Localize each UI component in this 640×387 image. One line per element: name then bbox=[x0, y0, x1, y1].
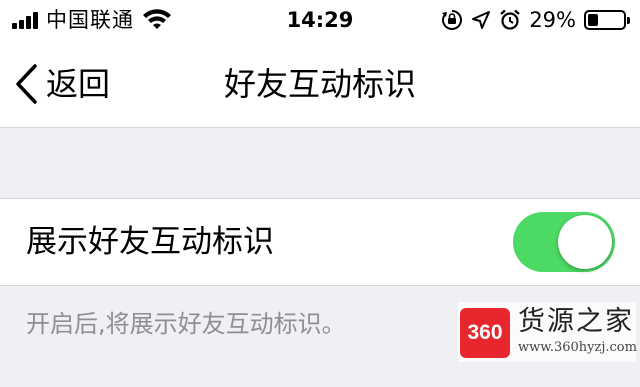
page-title: 好友互动标识 bbox=[223, 65, 416, 103]
watermark-logo: 360 bbox=[460, 308, 510, 358]
watermark-url: www.360hyzj.com bbox=[518, 340, 637, 355]
battery-icon bbox=[584, 10, 630, 30]
alarm-icon bbox=[500, 9, 521, 30]
setting-description: 开启后,将展示好友互动标识。 bbox=[26, 310, 346, 338]
section-gap bbox=[0, 129, 640, 198]
battery-percent: 29% bbox=[529, 8, 576, 32]
status-bar: 中国联通 14:29 29% bbox=[0, 0, 640, 40]
friend-interaction-toggle[interactable] bbox=[513, 212, 615, 272]
battery-fill bbox=[588, 14, 598, 26]
watermark-name: 货源之家 bbox=[518, 306, 634, 337]
setting-row-friend-interaction: 展示好友互动标识 bbox=[0, 198, 640, 286]
location-icon bbox=[472, 11, 491, 29]
status-right: 29% bbox=[441, 8, 630, 32]
toggle-knob bbox=[558, 215, 612, 269]
watermark: 360 货源之家 www.360hyzj.com bbox=[458, 302, 637, 362]
setting-label: 展示好友互动标识 bbox=[26, 224, 274, 260]
orientation-lock-icon bbox=[442, 10, 463, 30]
nav-bar: 返回 好友互动标识 bbox=[0, 40, 640, 128]
battery-cap bbox=[627, 17, 630, 24]
